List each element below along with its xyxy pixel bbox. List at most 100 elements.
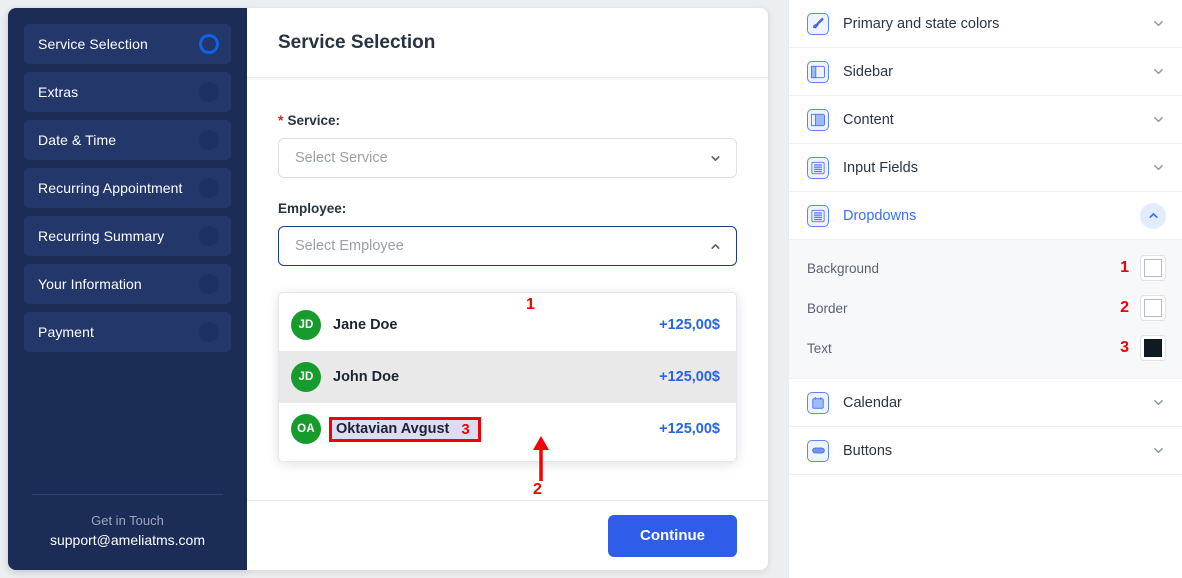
service-field-label: * Service:: [278, 112, 737, 128]
sidebar-item-date-time[interactable]: Date & Time: [24, 120, 231, 160]
step-label: Date & Time: [38, 132, 116, 148]
step-status-indicator: [199, 178, 219, 198]
employee-dropdown-list[interactable]: JD Jane Doe +125,00$ JD John Doe +125,00…: [278, 292, 737, 462]
sidebar-item-recurring-summary[interactable]: Recurring Summary: [24, 216, 231, 256]
content-panel-icon: [807, 109, 829, 131]
sidebar-item-service-selection[interactable]: Service Selection: [24, 24, 231, 64]
color-swatch-border[interactable]: [1140, 295, 1166, 321]
setting-label: Text: [807, 341, 832, 356]
panel-section-label: Sidebar: [843, 64, 893, 80]
list-item[interactable]: OA Oktavian Avgust 3 +125,00$: [279, 403, 736, 455]
step-status-indicator: [199, 82, 219, 102]
employee-name: Jane Doe: [333, 317, 397, 333]
booking-sidebar: Service Selection Extras Date & Time Rec…: [8, 8, 247, 570]
annotation-arrow-up: [527, 436, 555, 482]
chevron-up-icon: [709, 240, 722, 253]
annotation-marker-3: 3: [461, 422, 469, 437]
panel-section-label: Input Fields: [843, 160, 918, 176]
calendar-icon: [807, 392, 829, 414]
sidebar-item-recurring-appointment[interactable]: Recurring Appointment: [24, 168, 231, 208]
content-body: * Service: Select Service Employee:: [247, 78, 768, 500]
employee-name-highlighted: Oktavian Avgust 3: [329, 417, 481, 442]
continue-button[interactable]: Continue: [608, 515, 737, 557]
panel-section-content[interactable]: Content: [789, 96, 1182, 144]
employee-price: +125,00$: [659, 421, 720, 437]
chevron-down-icon[interactable]: [1151, 64, 1166, 79]
panel-section-calendar[interactable]: Calendar: [789, 379, 1182, 427]
annotation-marker-2: 2: [1120, 299, 1129, 317]
setting-label: Background: [807, 261, 879, 276]
chevron-down-icon[interactable]: [1151, 16, 1166, 31]
step-status-indicator: [199, 226, 219, 246]
buttons-icon: [807, 440, 829, 462]
booking-content-card: Service Selection * Service: Select Serv…: [247, 8, 768, 570]
sidebar-divider: [32, 494, 223, 495]
sidebar-item-extras[interactable]: Extras: [24, 72, 231, 112]
chevron-down-icon[interactable]: [1151, 160, 1166, 175]
chevron-down-icon[interactable]: [1151, 443, 1166, 458]
content-header: Service Selection: [247, 8, 768, 78]
employee-price: +125,00$: [659, 369, 720, 385]
panel-section-label: Primary and state colors: [843, 16, 999, 32]
service-label-text: Service:: [287, 113, 340, 128]
employee-name: John Doe: [333, 369, 399, 385]
sidebar-footer: Get in Touch support@ameliatms.com: [8, 494, 247, 570]
service-select-placeholder: Select Service: [295, 150, 388, 166]
setting-label: Border: [807, 301, 848, 316]
step-status-indicator: [199, 274, 219, 294]
panel-section-input-fields[interactable]: Input Fields: [789, 144, 1182, 192]
color-swatch-fill: [1144, 299, 1162, 317]
setting-controls: 1: [1120, 255, 1166, 281]
sidebar-item-payment[interactable]: Payment: [24, 312, 231, 352]
employee-price: +125,00$: [659, 317, 720, 333]
setting-row-background: Background 1: [789, 248, 1182, 288]
dropdowns-settings-group: Background 1 Border 2 Text: [789, 240, 1182, 379]
chevron-down-icon: [709, 152, 722, 165]
employee-name-text: Oktavian Avgust: [336, 422, 449, 437]
employee-field-group: Employee: Select Employee: [278, 201, 737, 266]
chevron-up-icon[interactable]: [1140, 203, 1166, 229]
support-email-link[interactable]: support@ameliatms.com: [26, 532, 229, 548]
panel-section-buttons[interactable]: Buttons: [789, 427, 1182, 475]
step-list: Service Selection Extras Date & Time Rec…: [8, 24, 247, 352]
step-status-indicator: [199, 322, 219, 342]
panel-section-dropdowns[interactable]: Dropdowns: [789, 192, 1182, 240]
required-asterisk: *: [278, 112, 283, 128]
employee-select[interactable]: Select Employee: [278, 226, 737, 266]
panel-section-label: Content: [843, 112, 894, 128]
step-label: Service Selection: [38, 36, 148, 52]
sidebar-panel-icon: [807, 61, 829, 83]
setting-row-border: Border 2: [789, 288, 1182, 328]
setting-row-text: Text 3: [789, 328, 1182, 368]
list-item[interactable]: JD Jane Doe +125,00$: [279, 299, 736, 351]
app-root: Service Selection Extras Date & Time Rec…: [0, 0, 1182, 578]
annotation-marker-1: 1: [1120, 259, 1129, 277]
paintbrush-icon: [807, 13, 829, 35]
chevron-down-icon[interactable]: [1151, 395, 1166, 410]
avatar: JD: [291, 362, 321, 392]
list-item[interactable]: JD John Doe +125,00$: [279, 351, 736, 403]
panel-section-label: Calendar: [843, 395, 902, 411]
step-label: Recurring Summary: [38, 228, 164, 244]
panel-section-sidebar[interactable]: Sidebar: [789, 48, 1182, 96]
employee-field-label: Employee:: [278, 201, 737, 216]
service-select[interactable]: Select Service: [278, 138, 737, 178]
sidebar-item-your-information[interactable]: Your Information: [24, 264, 231, 304]
booking-widget: Service Selection Extras Date & Time Rec…: [0, 0, 788, 578]
annotation-marker-1: 1: [526, 296, 535, 314]
panel-section-label: Buttons: [843, 443, 892, 459]
employee-select-placeholder: Select Employee: [295, 238, 404, 254]
get-in-touch-label: Get in Touch: [26, 513, 229, 528]
annotation-marker-3: 3: [1120, 339, 1129, 357]
step-label: Payment: [38, 324, 94, 340]
chevron-down-icon[interactable]: [1151, 112, 1166, 127]
color-swatch-background[interactable]: [1140, 255, 1166, 281]
panel-section-primary-and-state-colors[interactable]: Primary and state colors: [789, 0, 1182, 48]
color-swatch-text[interactable]: [1140, 335, 1166, 361]
step-label: Extras: [38, 84, 78, 100]
step-label: Your Information: [38, 276, 142, 292]
setting-controls: 2: [1120, 295, 1166, 321]
step-status-indicator-active: [199, 34, 219, 54]
page-title: Service Selection: [278, 32, 435, 54]
content-footer: Continue: [247, 500, 768, 570]
